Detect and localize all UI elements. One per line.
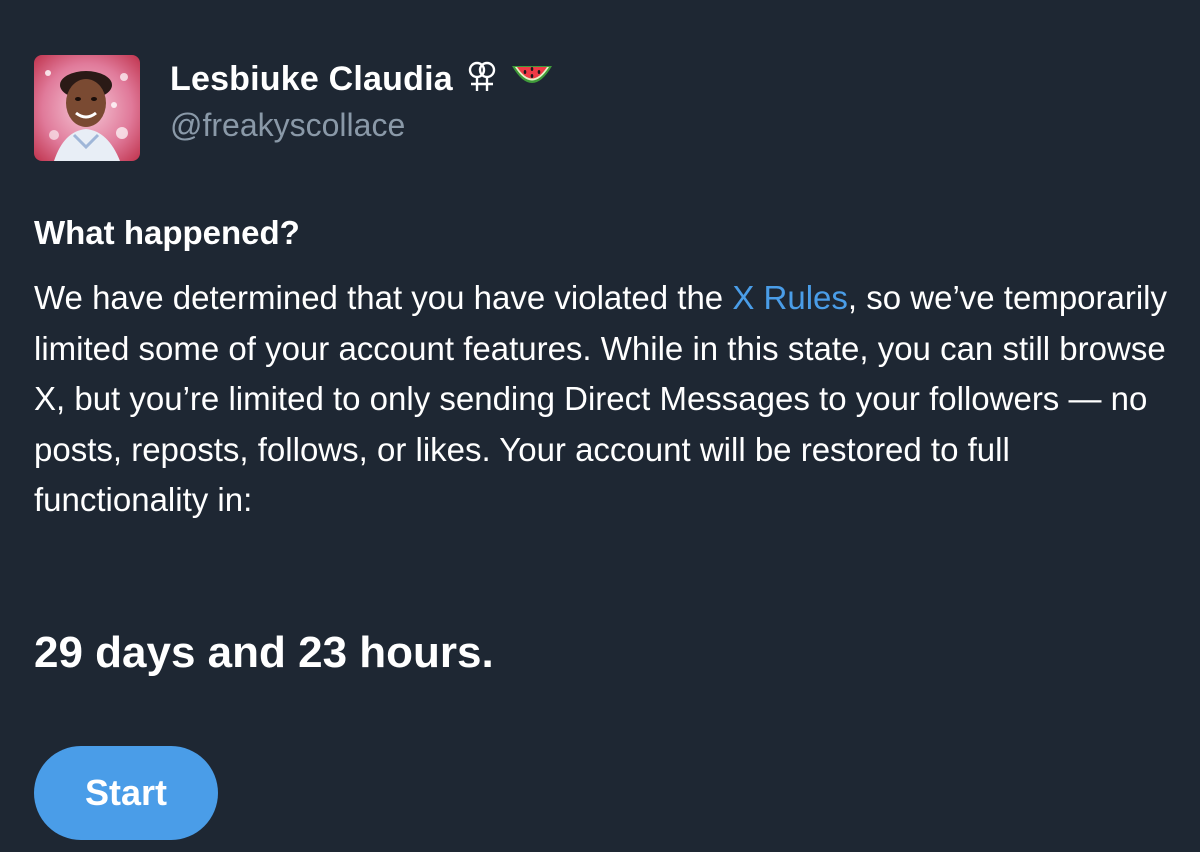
user-handle[interactable]: @freakyscollace xyxy=(170,107,555,144)
profile-names: Lesbiuke Claudia @freakyscollace xyxy=(170,57,555,144)
display-name[interactable]: Lesbiuke Claudia xyxy=(170,60,453,99)
display-name-row: Lesbiuke Claudia xyxy=(170,57,555,101)
notice-heading: What happened? xyxy=(34,214,300,251)
notice-text-before-link: We have determined that you have violate… xyxy=(34,279,733,316)
restriction-countdown: 29 days and 23 hours. xyxy=(34,628,494,677)
start-button[interactable]: Start xyxy=(34,746,218,840)
avatar[interactable] xyxy=(34,55,140,161)
restriction-notice-page: Lesbiuke Claudia @freakyscollace What ha… xyxy=(0,0,1200,852)
double-female-symbol-icon xyxy=(467,60,497,99)
watermelon-icon xyxy=(509,60,555,99)
x-rules-link[interactable]: X Rules xyxy=(732,279,848,316)
notice-message: We have determined that you have violate… xyxy=(34,273,1174,526)
profile-header: Lesbiuke Claudia @freakyscollace xyxy=(34,55,555,161)
name-icons xyxy=(467,60,555,99)
avatar-image xyxy=(34,55,140,161)
